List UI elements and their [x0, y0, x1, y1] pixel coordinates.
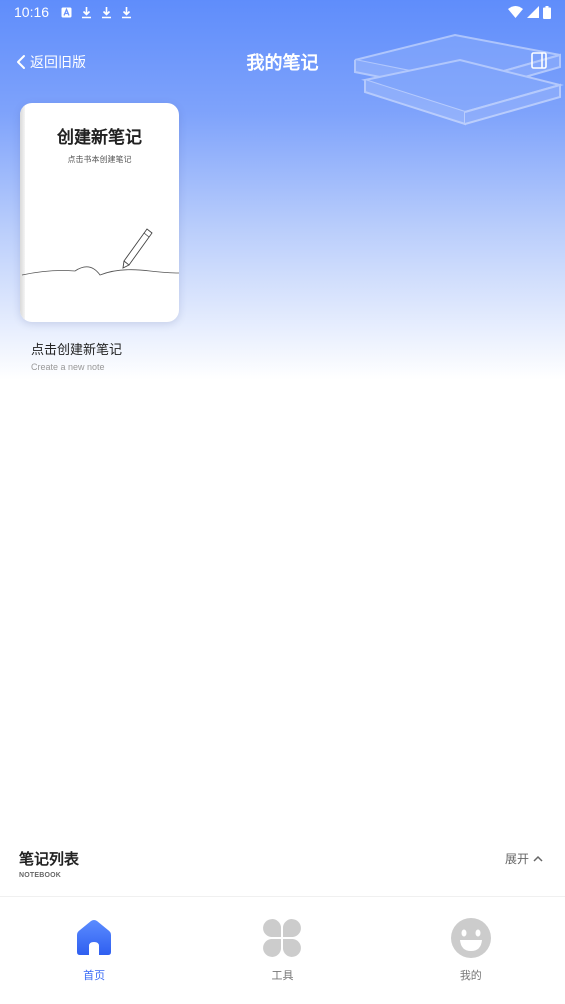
- back-label: 返回旧版: [30, 55, 86, 71]
- tab-profile[interactable]: 我的: [377, 897, 565, 1004]
- sidebar-icon: [531, 52, 547, 69]
- notebook-list-title: 笔记列表: [19, 850, 80, 868]
- download-icon: [82, 6, 92, 18]
- tab-home[interactable]: 首页: [0, 897, 188, 1004]
- tools-icon: [263, 919, 302, 957]
- expand-label: 展开: [504, 852, 529, 866]
- wifi-icon: [508, 6, 523, 18]
- create-note-caption[interactable]: 点击创建新笔记: [31, 339, 122, 358]
- sidebar-toggle-button[interactable]: [531, 52, 547, 73]
- status-bar: 10:16: [0, 0, 565, 24]
- back-to-old-version-button[interactable]: 返回旧版: [16, 52, 86, 72]
- card-subtitle: 点击书本创建笔记: [67, 155, 132, 164]
- notebook-list-title-en: NOTEBOOK: [19, 872, 62, 879]
- bottom-navigation: 首页 工具 我的: [0, 896, 565, 1004]
- download-icon: [102, 6, 112, 18]
- expand-button[interactable]: 展开: [505, 850, 543, 867]
- tab-tools-label: 工具: [271, 969, 294, 982]
- tab-tools[interactable]: 工具: [188, 897, 376, 1004]
- tab-home-label: 首页: [83, 969, 106, 982]
- chevron-left-icon: [17, 55, 25, 69]
- app-header: 返回旧版 我的笔记: [0, 40, 565, 84]
- chevron-up-icon: [533, 855, 543, 862]
- create-note-book[interactable]: 创建新笔记 点击书本创建笔记: [20, 103, 179, 322]
- pen-drawing-icon: [21, 228, 179, 276]
- signal-icon: [527, 6, 539, 18]
- status-time: 10:16: [14, 4, 50, 20]
- card-title: 创建新笔记: [57, 128, 142, 148]
- notification-a-icon: [61, 7, 72, 17]
- battery-icon: [543, 5, 551, 19]
- download-icon: [122, 6, 132, 18]
- create-note-caption-en: Create a new note: [31, 362, 105, 372]
- home-icon: [77, 920, 112, 955]
- profile-icon: [450, 918, 491, 958]
- tab-profile-label: 我的: [459, 969, 482, 982]
